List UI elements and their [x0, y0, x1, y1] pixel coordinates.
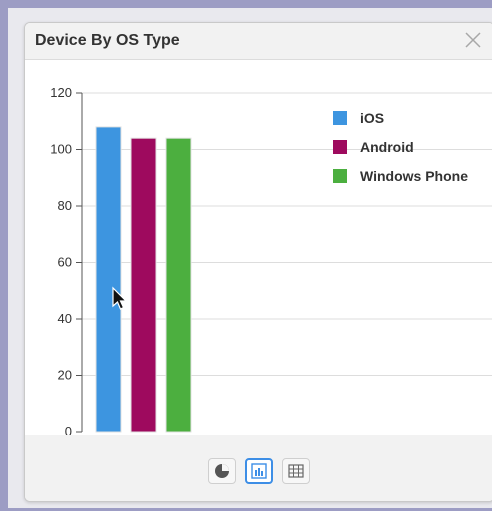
pie-view-button[interactable] — [208, 458, 236, 484]
bars — [95, 126, 192, 433]
bar-chart-icon — [251, 463, 267, 479]
bar-ios[interactable] — [95, 126, 122, 433]
window-frame: Device By OS Type 0 20 40 60 80 100 120 iOS And… — [8, 8, 492, 508]
legend-swatch — [333, 169, 347, 183]
view-switcher — [25, 435, 492, 501]
pie-chart-icon — [215, 464, 229, 478]
panel-header: Device By OS Type — [25, 23, 492, 60]
close-button[interactable] — [464, 31, 482, 49]
bar-android[interactable] — [130, 137, 157, 433]
y-tick-label: 60 — [58, 255, 72, 270]
y-tick-label: 40 — [58, 311, 72, 326]
y-axis: 0 20 40 60 80 100 120 — [50, 85, 83, 439]
y-tick-label: 120 — [50, 85, 72, 100]
y-tick-label: 80 — [58, 198, 72, 213]
legend-swatch — [333, 140, 347, 154]
bar-view-button[interactable] — [245, 458, 273, 484]
table-view-button[interactable] — [282, 458, 310, 484]
legend-label: Android — [360, 139, 414, 155]
legend-swatch — [333, 111, 347, 125]
y-tick-label: 20 — [58, 368, 72, 383]
chart-area: 0 20 40 60 80 100 120 iOS Android Windows Phone — [25, 60, 492, 439]
bar-windows-phone[interactable] — [165, 137, 192, 433]
legend: iOS Android Windows Phone — [333, 110, 468, 184]
chart-panel: Device By OS Type 0 20 40 60 80 100 120 iOS And… — [24, 22, 492, 502]
table-grid-icon — [288, 464, 304, 478]
bar-chart: 0 20 40 60 80 100 120 iOS Android Windows Phone — [50, 85, 492, 439]
y-tick-label: 0 — [65, 424, 72, 435]
close-icon — [465, 32, 481, 48]
legend-label: iOS — [360, 110, 384, 126]
legend-label: Windows Phone — [360, 168, 468, 184]
y-tick-label: 100 — [50, 142, 72, 157]
panel-title: Device By OS Type — [35, 32, 180, 49]
